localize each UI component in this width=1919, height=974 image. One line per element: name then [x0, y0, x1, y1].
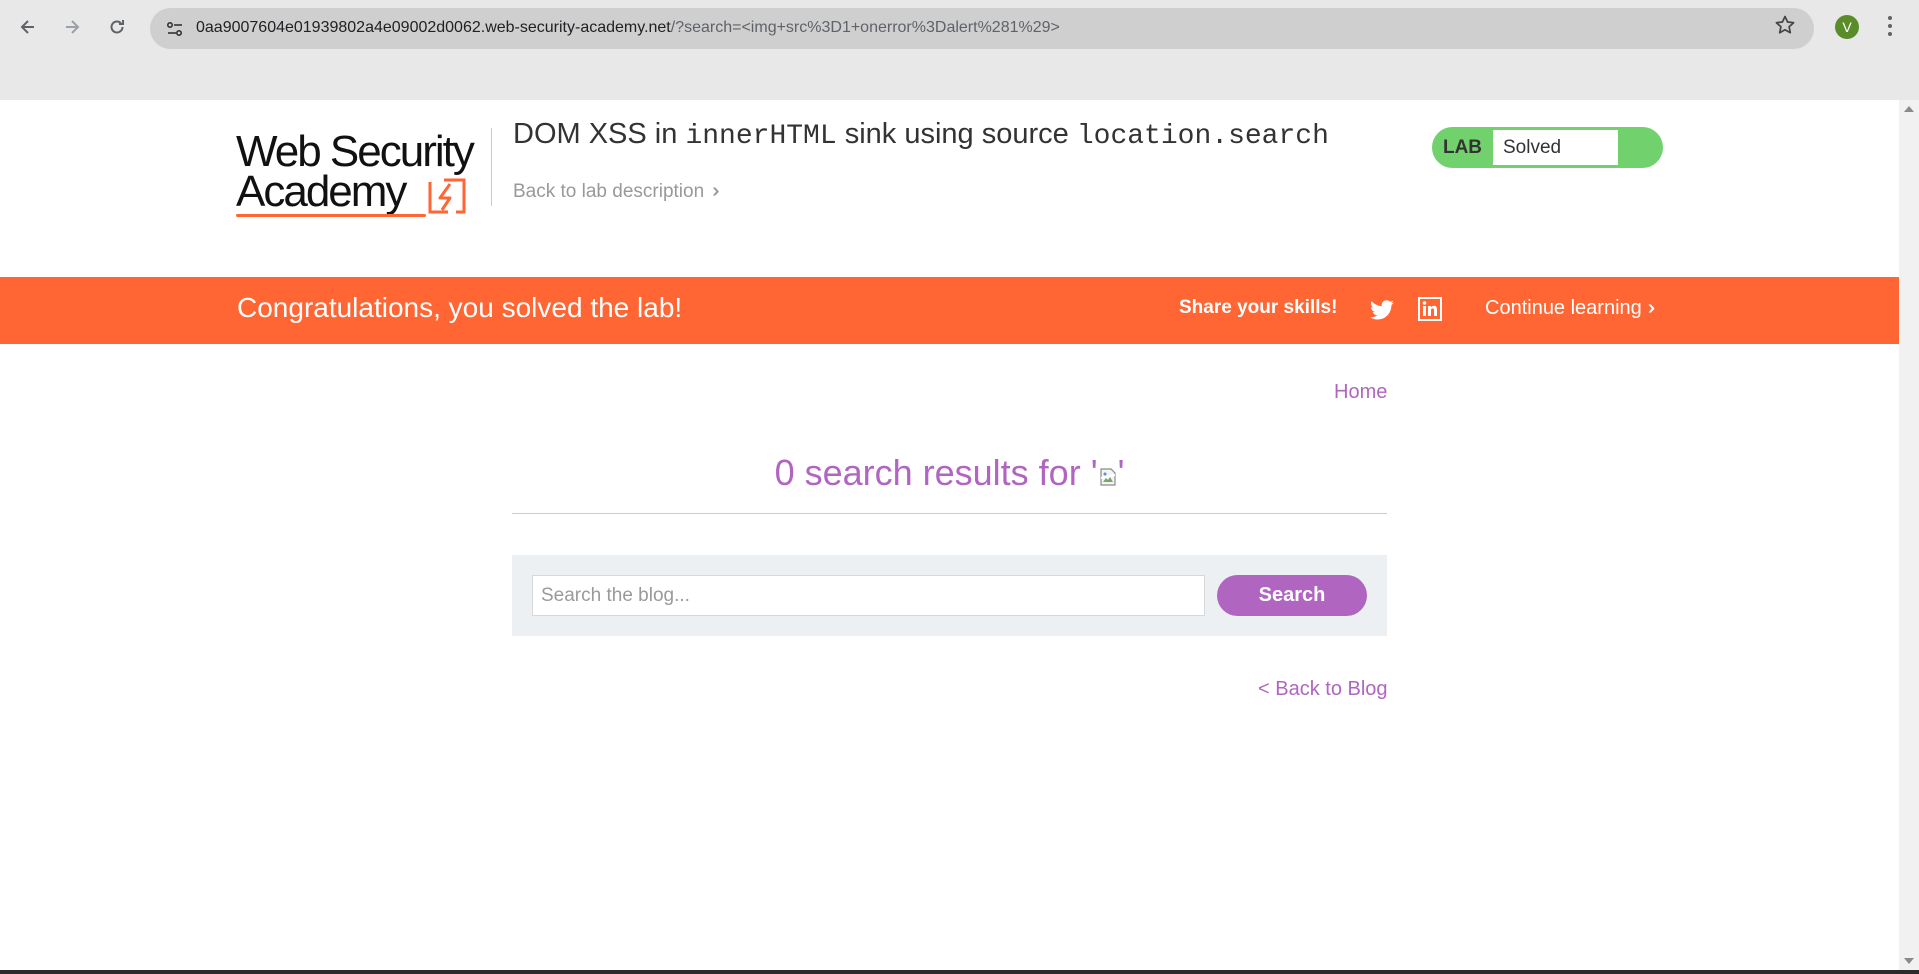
search-button[interactable]: Search [1217, 575, 1367, 616]
reload-icon[interactable] [99, 9, 135, 45]
back-link-label: Back to lab description [513, 180, 705, 202]
lab-status-badge: LAB Solved [1432, 127, 1663, 168]
logo-underline [236, 214, 426, 217]
search-results-heading: 0 search results for ' ' [512, 452, 1387, 494]
scroll-up-arrow-icon[interactable] [1904, 106, 1914, 112]
title-code-innerhtml: innerHTML [685, 121, 837, 152]
linkedin-icon[interactable] [1418, 297, 1442, 321]
lab-title: DOM XSS in innerHTML sink using source l… [513, 118, 1329, 152]
address-bar[interactable]: 0aa9007604e01939802a4e09002d0062.web-sec… [150, 8, 1814, 49]
search-input[interactable] [532, 575, 1205, 616]
bookmark-star-icon[interactable] [1774, 14, 1796, 36]
back-arrow-icon[interactable] [10, 9, 46, 45]
vertical-scrollbar[interactable] [1899, 100, 1919, 970]
site-info-icon[interactable] [162, 16, 188, 42]
lab-badge-label: LAB [1442, 136, 1483, 158]
logo-bolt-icon [428, 178, 466, 214]
share-skills-label: Share your skills! [1179, 297, 1338, 318]
browser-toolbar: 0aa9007604e01939802a4e09002d0062.web-sec… [0, 0, 1919, 100]
scroll-down-arrow-icon[interactable] [1904, 958, 1914, 964]
double-chevron-right-icon: ›› [1647, 297, 1657, 319]
title-middle: sink using source [836, 118, 1077, 150]
results-suffix: ' [1117, 452, 1125, 493]
continue-learning-link[interactable]: Continue learning ›› [1485, 297, 1657, 320]
congratulations-banner: Congratulations, you solved the lab! Sha… [0, 277, 1899, 344]
url-text[interactable]: 0aa9007604e01939802a4e09002d0062.web-sec… [196, 19, 1060, 37]
results-prefix: 0 search results for ' [774, 452, 1098, 493]
back-to-blog-link[interactable]: < Back to Blog [1258, 678, 1388, 701]
double-chevron-right-icon: ›› [712, 180, 721, 202]
home-link[interactable]: Home [1334, 381, 1387, 404]
lab-badge-status: Solved [1493, 130, 1618, 165]
profile-avatar[interactable]: V [1835, 15, 1859, 39]
banner-message: Congratulations, you solved the lab! [237, 292, 683, 323]
results-divider [512, 513, 1387, 514]
forward-arrow-icon[interactable] [54, 9, 90, 45]
broken-image-icon [1099, 454, 1117, 486]
kebab-menu-icon[interactable] [1880, 14, 1900, 38]
continue-learning-label: Continue learning [1485, 297, 1642, 319]
logo-line2: Academy [236, 167, 407, 216]
back-to-lab-description-link[interactable]: Back to lab description ›› [513, 180, 721, 203]
profile-initial: V [1842, 19, 1852, 35]
url-path: /?search=<img+src%3D1+onerror%3Dalert%28… [670, 19, 1060, 36]
header-divider [491, 128, 492, 206]
title-code-location-search: location.search [1076, 121, 1329, 152]
search-form: Search [512, 555, 1387, 636]
academy-logo[interactable]: Web Security Academy [236, 128, 488, 222]
page-viewport: Web Security Academy DOM XSS in innerHTM… [0, 100, 1899, 970]
title-prefix: DOM XSS in [513, 118, 686, 150]
url-host: 0aa9007604e01939802a4e09002d0062.web-sec… [196, 19, 671, 36]
bottom-edge [0, 970, 1919, 974]
twitter-icon[interactable] [1369, 297, 1395, 323]
